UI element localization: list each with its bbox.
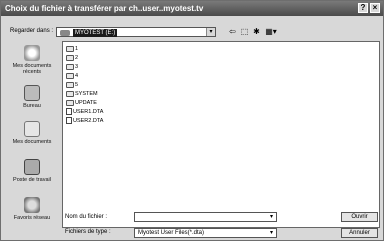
- computer-icon: [24, 159, 40, 175]
- list-item[interactable]: SYSTEM: [66, 90, 98, 98]
- folder-icon: [66, 45, 74, 52]
- filetype-dropdown[interactable]: Myotest User Files(*.dta) ▾: [134, 228, 277, 238]
- help-button[interactable]: ?: [358, 3, 368, 13]
- list-item[interactable]: USER1.DTA: [66, 108, 103, 116]
- folder-icon: [66, 63, 74, 70]
- filetype-label: Fichiers de type :: [65, 229, 111, 235]
- place-desktop[interactable]: Bureau: [4, 85, 60, 109]
- network-icon: [24, 197, 40, 213]
- drive-icon: [60, 30, 70, 36]
- list-item[interactable]: UPDATE: [66, 99, 97, 107]
- list-item[interactable]: 1: [66, 45, 78, 53]
- chevron-down-icon[interactable]: ▾: [267, 213, 276, 221]
- place-label: Mes documents récents: [12, 63, 52, 75]
- chevron-down-icon[interactable]: ▾: [267, 229, 276, 237]
- place-computer[interactable]: Poste de travail: [4, 159, 60, 183]
- filetype-value: Myotest User Files(*.dta): [138, 230, 205, 236]
- new-folder-icon[interactable]: ✱: [251, 27, 262, 37]
- place-label: Mes documents: [12, 139, 52, 145]
- place-label: Favoris réseau: [13, 215, 51, 221]
- views-menu-icon[interactable]: ▦▾: [263, 27, 279, 37]
- recent-docs-icon: [24, 45, 40, 61]
- file-icon: [66, 108, 72, 116]
- place-my-documents[interactable]: Mes documents: [4, 121, 60, 145]
- lookin-value: MYOTEST (E:): [73, 29, 118, 37]
- open-button[interactable]: Ouvrir: [341, 212, 378, 222]
- lookin-dropdown[interactable]: MYOTEST (E:) ▾: [56, 27, 216, 37]
- my-documents-icon: [24, 121, 40, 137]
- open-file-dialog: Choix du fichier à transférer par ch..us…: [0, 0, 384, 241]
- file-list[interactable]: 1 2 3 4 5 SYSTEM UPDATE USER1.DTA USER2.…: [62, 41, 380, 228]
- close-button[interactable]: ×: [370, 3, 380, 13]
- folder-icon: [66, 99, 74, 106]
- places-bar: Mes documents récents Bureau Mes documen…: [4, 41, 60, 239]
- cancel-button[interactable]: Annuler: [341, 228, 378, 238]
- desktop-icon: [24, 85, 40, 101]
- dialog-title: Choix du fichier à transférer par ch..us…: [5, 4, 204, 13]
- filename-field[interactable]: ▾: [134, 212, 277, 222]
- place-label: Poste de travail: [13, 177, 51, 183]
- folder-icon: [66, 90, 74, 97]
- lookin-label: Regarder dans :: [10, 28, 54, 34]
- chevron-down-icon[interactable]: ▾: [206, 28, 215, 36]
- file-icon: [66, 117, 72, 125]
- list-item[interactable]: 2: [66, 54, 78, 62]
- folder-icon: [66, 72, 74, 79]
- list-item[interactable]: USER2.DTA: [66, 117, 103, 125]
- folder-icon: [66, 81, 74, 88]
- list-item[interactable]: 5: [66, 81, 78, 89]
- title-bar[interactable]: Choix du fichier à transférer par ch..us…: [1, 1, 383, 16]
- place-network[interactable]: Favoris réseau: [4, 197, 60, 221]
- folder-icon: [66, 54, 74, 61]
- back-icon[interactable]: ⇦: [227, 27, 238, 37]
- place-label: Bureau: [23, 103, 41, 109]
- place-recent[interactable]: Mes documents récents: [4, 45, 60, 75]
- list-item[interactable]: 3: [66, 63, 78, 71]
- list-item[interactable]: 4: [66, 72, 78, 80]
- filename-label: Nom du fichier :: [65, 214, 108, 220]
- up-folder-icon[interactable]: ⬚: [239, 27, 250, 37]
